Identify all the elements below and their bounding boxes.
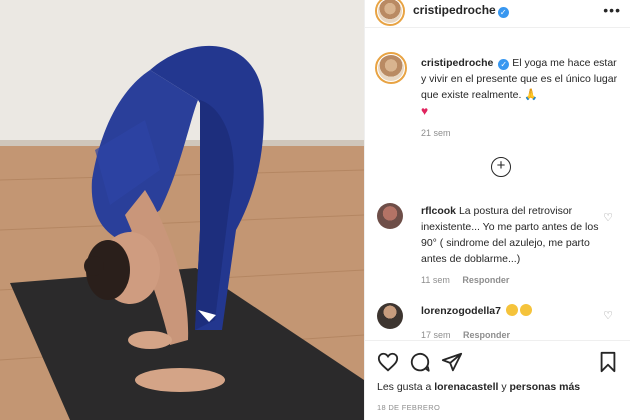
reply-button[interactable]: Responder: [462, 275, 509, 285]
share-icon[interactable]: [441, 351, 463, 373]
verified-badge-icon: ✓: [498, 59, 510, 70]
post-header: cristipedroche ✓ •••: [365, 0, 630, 28]
post-photo[interactable]: [0, 0, 364, 420]
caption-text: cristipedroche ✓ El yoga me hace estar y…: [421, 55, 621, 120]
red-heart-emoji: ♥: [421, 104, 429, 118]
comment-meta: 11 sem Responder: [421, 275, 509, 285]
author-username[interactable]: cristipedroche ✓: [413, 3, 509, 18]
commenter-avatar[interactable]: [377, 303, 403, 329]
likes-summary: Les gusta a lorenacastell y personas más: [377, 381, 581, 393]
commenter-avatar[interactable]: [377, 203, 403, 229]
post-actions: Les gusta a lorenacastell y personas más…: [365, 340, 630, 420]
reply-button[interactable]: Responder: [463, 330, 510, 340]
comment-icon[interactable]: [409, 351, 431, 373]
bookmark-icon[interactable]: [597, 351, 619, 373]
comment-text: rflcook La postura del retrovisor inexis…: [421, 203, 601, 267]
other-likers-link[interactable]: personas más: [510, 381, 581, 393]
post-detail-panel: cristipedroche ✓ ••• cristipedroche ✓ El …: [364, 0, 630, 420]
commenter-username[interactable]: lorenzogodella7: [421, 305, 501, 317]
plus-circle-icon[interactable]: +: [491, 157, 511, 177]
commenter-username[interactable]: rflcook: [421, 205, 456, 217]
caption-timestamp[interactable]: 21 sem: [421, 128, 451, 138]
heart-icon[interactable]: [377, 351, 399, 373]
verified-badge-icon: ✓: [497, 7, 509, 18]
author-avatar[interactable]: [375, 0, 405, 26]
liker-username[interactable]: lorenacastell: [434, 381, 498, 393]
comment-timestamp[interactable]: 11 sem: [421, 275, 450, 285]
face-emoji: [505, 304, 518, 316]
comment-text: lorenzogodella7: [421, 303, 601, 319]
post-date[interactable]: 18 DE FEBRERO: [377, 403, 440, 412]
comment-like-icon[interactable]: ♡: [603, 211, 613, 224]
comment-like-icon[interactable]: ♡: [603, 309, 613, 322]
caption-username[interactable]: cristipedroche: [421, 57, 493, 69]
more-options-icon[interactable]: •••: [603, 2, 621, 18]
yoga-photo-illustration: [0, 0, 364, 420]
comment-meta: 17 sem Responder: [421, 330, 510, 340]
caption-avatar[interactable]: [375, 52, 407, 84]
folded-hands-emoji: 🙏: [524, 89, 539, 101]
face-emoji: [519, 304, 532, 316]
comment-timestamp[interactable]: 17 sem: [421, 330, 451, 340]
